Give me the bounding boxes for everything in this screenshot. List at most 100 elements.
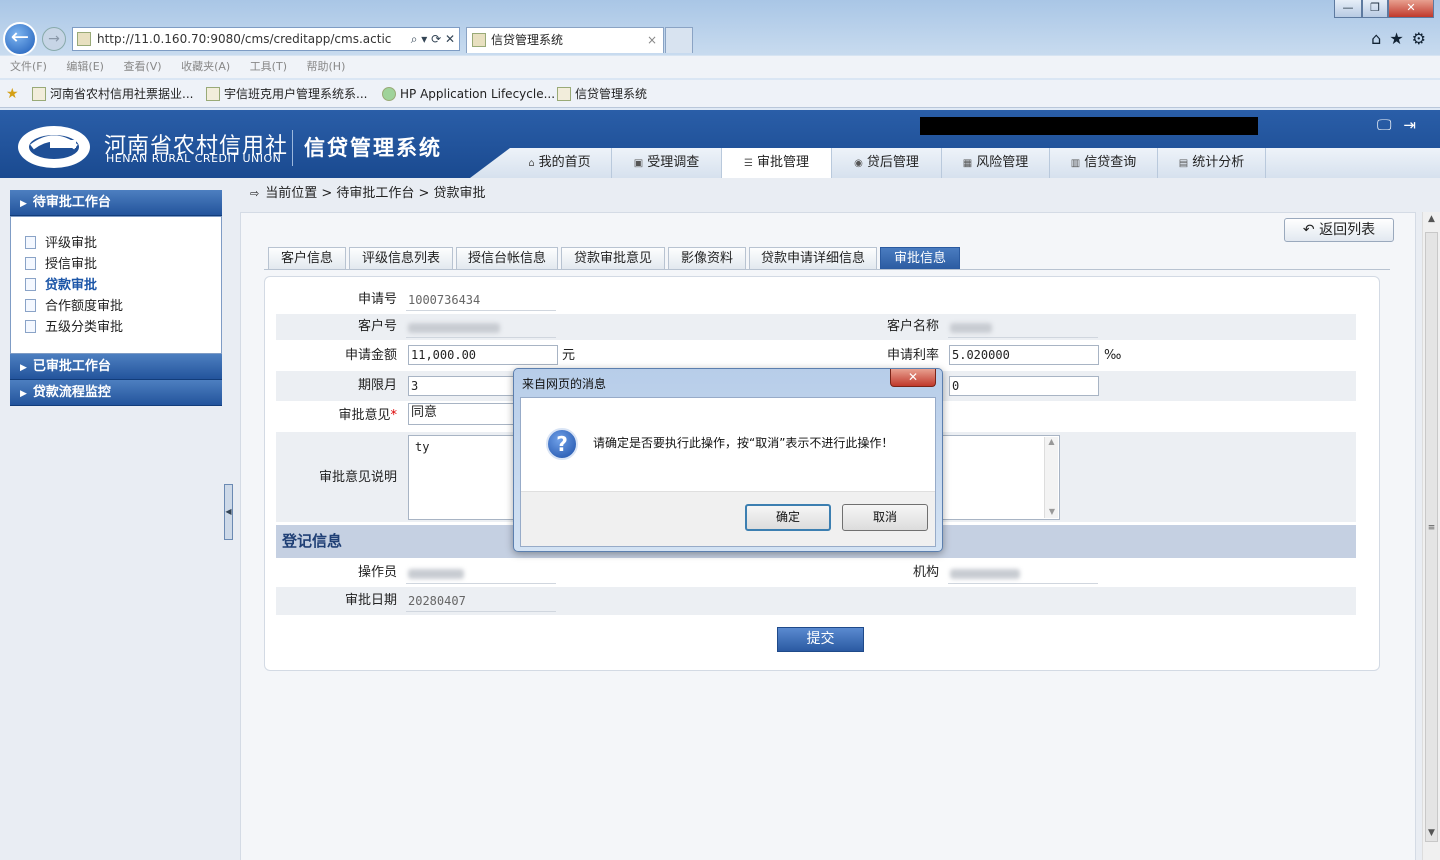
close-tab-icon[interactable]: × <box>647 28 657 52</box>
risk-icon: ▦ <box>962 158 973 169</box>
browser-tab[interactable]: 信贷管理系统 × <box>466 27 664 53</box>
brand-divider <box>292 130 293 166</box>
redacted-bar <box>920 117 1258 135</box>
menu-file[interactable]: 文件(F) <box>10 60 47 73</box>
menu-help[interactable]: 帮助(H) <box>307 60 346 73</box>
tab-customer-info[interactable]: 客户信息 <box>268 247 346 270</box>
scroll-thumb[interactable]: ≡ <box>1425 232 1438 842</box>
customer-name-value <box>948 317 1098 338</box>
favorite-page-icon <box>382 87 396 101</box>
nav-label: 受理调查 <box>647 155 700 170</box>
sidebar-item-label: 授信审批 <box>45 257 98 272</box>
logout-icon[interactable]: ⇥ <box>1403 116 1428 134</box>
term-right-input[interactable]: 0 <box>949 376 1099 396</box>
rate-input[interactable]: 5.020000 <box>949 345 1099 365</box>
blurred-value <box>408 568 464 579</box>
nav-stats[interactable]: ▤ 统计分析 <box>1158 148 1266 178</box>
tab-images[interactable]: 影像资料 <box>668 247 746 270</box>
scroll-up-icon[interactable]: ▲ <box>1423 214 1440 224</box>
nav-home[interactable]: ⌂ 我的首页 <box>508 148 612 178</box>
scroll-down-icon[interactable]: ▼ <box>1045 507 1059 516</box>
submit-button[interactable]: 提交 <box>777 627 864 652</box>
favorite-link[interactable]: HP Application Lifecycle... <box>382 80 555 108</box>
tab-loan-opinion[interactable]: 贷款审批意见 <box>561 247 665 270</box>
sidebar-item-rating-approval[interactable]: 评级审批 <box>25 233 221 254</box>
menu-favorites[interactable]: 收藏夹(A) <box>181 60 230 73</box>
location-icon: ⇨ <box>250 187 260 200</box>
date-label: 审批日期 <box>344 593 397 608</box>
gear-icon[interactable]: ⚙ <box>1412 29 1434 48</box>
nav-label: 信贷查询 <box>1084 155 1137 170</box>
star-icon[interactable]: ★ <box>1389 29 1411 48</box>
home-icon[interactable]: ⌂ <box>1371 29 1389 48</box>
favorite-link[interactable]: 河南省农村信用社票据业... <box>32 80 193 108</box>
triangle-left-icon: ◀ <box>225 507 232 516</box>
nav-post-loan[interactable]: ◉ 贷后管理 <box>832 148 942 178</box>
back-button[interactable]: ← <box>3 22 37 56</box>
address-controls-icon[interactable]: ⌕ ▾ ⟳ ✕ <box>411 28 455 50</box>
tab-credit-ledger[interactable]: 授信台帐信息 <box>456 247 558 270</box>
back-to-list-button[interactable]: ↶ 返回列表 <box>1284 218 1394 242</box>
textarea-scrollbar[interactable]: ▲ ▼ <box>1044 437 1058 518</box>
scroll-up-icon[interactable]: ▲ <box>1045 437 1058 446</box>
blurred-value <box>950 322 992 333</box>
document-icon <box>25 299 36 312</box>
application-no-label: 申请号 <box>357 292 397 307</box>
term-label: 期限月 <box>357 378 397 393</box>
menu-edit[interactable]: 编辑(E) <box>66 60 104 73</box>
sidebar-item-cooperation-quota-approval[interactable]: 合作额度审批 <box>25 296 221 317</box>
nav-query[interactable]: ▥ 信贷查询 <box>1050 148 1158 178</box>
nav-approval[interactable]: ☰ 审批管理 <box>722 148 832 178</box>
sidebar-item-loan-approval[interactable]: 贷款审批 <box>25 275 221 296</box>
triangle-right-icon: ▶ <box>20 199 27 209</box>
amount-input[interactable]: 11,000.00 <box>408 345 558 365</box>
favorite-page-icon <box>557 87 571 101</box>
favorite-label: 宇信班克用户管理系统系... <box>224 87 368 101</box>
browser-chrome: — ❐ ✕ ← → http://11.0.160.70:9080/cms/cr… <box>0 0 1440 110</box>
maximize-button[interactable]: ❐ <box>1362 0 1388 18</box>
favorite-link[interactable]: 宇信班克用户管理系统系... <box>206 80 367 108</box>
menu-view[interactable]: 查看(V) <box>123 60 161 73</box>
nav-label: 统计分析 <box>1192 155 1245 170</box>
browser-toolbar-icons[interactable]: ⌂★⚙ <box>1371 29 1434 48</box>
sidebar-item-credit-approval[interactable]: 授信审批 <box>25 254 221 275</box>
forward-button[interactable]: → <box>42 27 66 51</box>
nav-acceptance[interactable]: ▣ 受理调查 <box>612 148 722 178</box>
favorite-link[interactable]: 信贷管理系统 <box>557 80 647 108</box>
sidebar-item-five-level-approval[interactable]: 五级分类审批 <box>25 317 221 338</box>
tab-approval-info[interactable]: 审批信息 <box>880 247 960 270</box>
favorites-star-icon[interactable]: ★ <box>6 80 19 108</box>
tab-loan-application-detail[interactable]: 贷款申请详细信息 <box>749 247 877 270</box>
sidebar-section-pending[interactable]: ▶ 待审批工作台 <box>10 190 222 216</box>
close-window-button[interactable]: ✕ <box>1388 0 1434 18</box>
address-bar[interactable]: http://11.0.160.70:9080/cms/creditapp/cm… <box>72 27 460 51</box>
page-scrollbar[interactable]: ▲ ≡ ▼ <box>1422 212 1440 860</box>
sidebar-section-approved[interactable]: ▶ 已审批工作台 <box>10 354 222 380</box>
scroll-down-icon[interactable]: ▼ <box>1423 828 1440 838</box>
browser-tab-title: 信贷管理系统 <box>491 33 564 47</box>
credit-union-logo-icon <box>18 126 90 168</box>
operator-label: 操作员 <box>357 565 397 580</box>
dialog-body: ? 请确定是否要执行此操作，按“取消”表示不进行此操作！ 确定 取消 <box>520 397 936 547</box>
triangle-right-icon: ▶ <box>20 389 27 399</box>
monitor-icon[interactable]: 🖵 <box>1377 116 1403 134</box>
rate-label: 申请利率 <box>886 348 939 363</box>
dialog-close-button[interactable]: ✕ <box>890 369 936 387</box>
customer-name-label: 客户名称 <box>886 319 939 334</box>
menu-tools[interactable]: 工具(T) <box>250 60 287 73</box>
date-value: 20280407 <box>406 591 556 612</box>
new-tab-button[interactable] <box>665 27 693 53</box>
arrow-left-icon: ← <box>10 25 30 50</box>
minimize-button[interactable]: — <box>1334 0 1362 18</box>
dialog-cancel-button[interactable]: 取消 <box>842 504 928 531</box>
breadcrumb: ⇨ 当前位置 > 待审批工作台 > 贷款审批 <box>250 186 486 202</box>
nav-risk[interactable]: ▦ 风险管理 <box>942 148 1050 178</box>
sidebar-section-monitor[interactable]: ▶ 贷款流程监控 <box>10 380 222 406</box>
sidebar-collapse-handle[interactable]: ◀ <box>224 484 233 540</box>
brand-name-en: HENAN RURAL CREDIT UNION <box>106 152 282 165</box>
header-icons[interactable]: 🖵⇥ <box>1377 116 1428 134</box>
dialog-ok-button[interactable]: 确定 <box>745 504 831 531</box>
tab-rating-list[interactable]: 评级信息列表 <box>349 247 453 270</box>
document-icon <box>25 320 36 333</box>
sidebar-pending-list: 评级审批 授信审批 贷款审批 合作额度审批 五级分类审批 <box>10 216 222 354</box>
